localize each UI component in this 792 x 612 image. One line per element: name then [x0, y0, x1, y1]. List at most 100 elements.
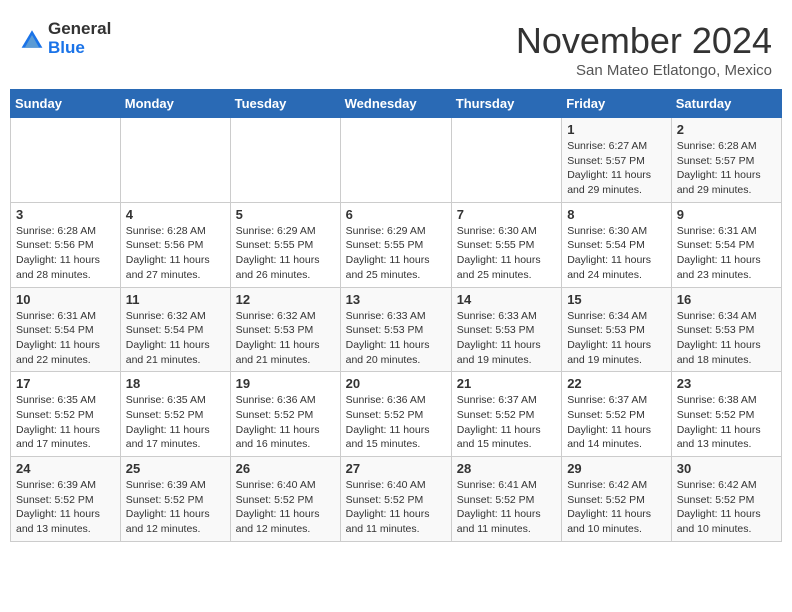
week-row: 10Sunrise: 6:31 AM Sunset: 5:54 PM Dayli…: [11, 287, 782, 372]
calendar-cell: 15 Sunrise: 6:34 AM Sunset: 5:53 PM Dayli…: [562, 287, 672, 372]
day-number: 15: [567, 292, 666, 307]
day-info: Sunrise: 6:28 AM Sunset: 5:56 PM Dayligh…: [16, 224, 115, 283]
day-info: Sunrise: 6:40 AM Sunset: 5:52 PM Dayligh…: [346, 478, 446, 537]
calendar-cell: 27 Sunrise: 6:40 AM Sunset: 5:52 PM Dayli…: [340, 457, 451, 542]
calendar-cell: 20Sunrise: 6:36 AM Sunset: 5:52 PM Dayli…: [340, 372, 451, 457]
day-number: 16: [677, 292, 776, 307]
day-header-tuesday: Tuesday: [230, 90, 340, 118]
day-info: Sunrise: 6:29 AM Sunset: 5:55 PM Dayligh…: [236, 224, 335, 283]
day-info: Sunrise: 6:42 AM Sunset: 5:52 PM Dayligh…: [677, 478, 776, 537]
calendar-cell: 12 Sunrise: 6:32 AM Sunset: 5:53 PM Dayli…: [230, 287, 340, 372]
day-number: 1: [567, 122, 666, 137]
day-number: 28: [457, 461, 556, 476]
day-number: 27: [346, 461, 446, 476]
calendar-cell: 29 Sunrise: 6:42 AM Sunset: 5:52 PM Dayli…: [562, 457, 672, 542]
calendar-cell: 11 Sunrise: 6:32 AM Sunset: 5:54 PM Dayli…: [120, 287, 230, 372]
calendar-cell: 16 Sunrise: 6:34 AM Sunset: 5:53 PM Dayli…: [671, 287, 781, 372]
logo-general: General: [48, 20, 111, 39]
day-info: Sunrise: 6:34 AM Sunset: 5:53 PM Dayligh…: [567, 309, 666, 368]
day-info: Sunrise: 6:35 AM Sunset: 5:52 PM Dayligh…: [16, 393, 115, 452]
day-number: 18: [126, 376, 225, 391]
location: San Mateo Etlatongo, Mexico: [516, 62, 772, 79]
day-info: Sunrise: 6:29 AM Sunset: 5:55 PM Dayligh…: [346, 224, 446, 283]
day-info: Sunrise: 6:37 AM Sunset: 5:52 PM Dayligh…: [457, 393, 556, 452]
day-info: Sunrise: 6:33 AM Sunset: 5:53 PM Dayligh…: [346, 309, 446, 368]
calendar-cell: 24 Sunrise: 6:39 AM Sunset: 5:52 PM Dayli…: [11, 457, 121, 542]
day-info: Sunrise: 6:41 AM Sunset: 5:52 PM Dayligh…: [457, 478, 556, 537]
day-header-wednesday: Wednesday: [340, 90, 451, 118]
calendar-cell: 7 Sunrise: 6:30 AM Sunset: 5:55 PM Daylig…: [451, 202, 561, 287]
calendar-cell: 18 Sunrise: 6:35 AM Sunset: 5:52 PM Dayli…: [120, 372, 230, 457]
day-number: 8: [567, 207, 666, 222]
day-number: 4: [126, 207, 225, 222]
calendar-cell: 26Sunrise: 6:40 AM Sunset: 5:52 PM Dayli…: [230, 457, 340, 542]
calendar-cell: 8 Sunrise: 6:30 AM Sunset: 5:54 PM Daylig…: [562, 202, 672, 287]
day-number: 5: [236, 207, 335, 222]
day-info: Sunrise: 6:39 AM Sunset: 5:52 PM Dayligh…: [16, 478, 115, 537]
calendar: SundayMondayTuesdayWednesdayThursdayFrid…: [10, 89, 782, 542]
calendar-cell: 9 Sunrise: 6:31 AM Sunset: 5:54 PM Daylig…: [671, 202, 781, 287]
day-info: Sunrise: 6:34 AM Sunset: 5:53 PM Dayligh…: [677, 309, 776, 368]
day-number: 30: [677, 461, 776, 476]
day-number: 12: [236, 292, 335, 307]
calendar-cell: 4Sunrise: 6:28 AM Sunset: 5:56 PM Daylig…: [120, 202, 230, 287]
calendar-cell: [451, 118, 561, 203]
day-number: 14: [457, 292, 556, 307]
day-header-friday: Friday: [562, 90, 672, 118]
calendar-cell: 28 Sunrise: 6:41 AM Sunset: 5:52 PM Dayli…: [451, 457, 561, 542]
calendar-cell: 3 Sunrise: 6:28 AM Sunset: 5:56 PM Daylig…: [11, 202, 121, 287]
week-row: 1Sunrise: 6:27 AM Sunset: 5:57 PM Daylig…: [11, 118, 782, 203]
calendar-cell: 22Sunrise: 6:37 AM Sunset: 5:52 PM Dayli…: [562, 372, 672, 457]
day-info: Sunrise: 6:28 AM Sunset: 5:57 PM Dayligh…: [677, 139, 776, 198]
calendar-cell: 17Sunrise: 6:35 AM Sunset: 5:52 PM Dayli…: [11, 372, 121, 457]
day-info: Sunrise: 6:36 AM Sunset: 5:52 PM Dayligh…: [236, 393, 335, 452]
page-header: General Blue November 2024 San Mateo Etl…: [10, 10, 782, 84]
day-info: Sunrise: 6:32 AM Sunset: 5:54 PM Dayligh…: [126, 309, 225, 368]
month-title: November 2024: [516, 20, 772, 62]
calendar-cell: 10Sunrise: 6:31 AM Sunset: 5:54 PM Dayli…: [11, 287, 121, 372]
calendar-cell: 30 Sunrise: 6:42 AM Sunset: 5:52 PM Dayli…: [671, 457, 781, 542]
day-info: Sunrise: 6:37 AM Sunset: 5:52 PM Dayligh…: [567, 393, 666, 452]
day-header-thursday: Thursday: [451, 90, 561, 118]
calendar-cell: 6 Sunrise: 6:29 AM Sunset: 5:55 PM Daylig…: [340, 202, 451, 287]
calendar-body: 1Sunrise: 6:27 AM Sunset: 5:57 PM Daylig…: [11, 118, 782, 542]
day-number: 13: [346, 292, 446, 307]
day-number: 26: [236, 461, 335, 476]
day-number: 7: [457, 207, 556, 222]
day-number: 11: [126, 292, 225, 307]
calendar-cell: 25Sunrise: 6:39 AM Sunset: 5:52 PM Dayli…: [120, 457, 230, 542]
day-number: 9: [677, 207, 776, 222]
day-number: 19: [236, 376, 335, 391]
day-info: Sunrise: 6:30 AM Sunset: 5:55 PM Dayligh…: [457, 224, 556, 283]
day-info: Sunrise: 6:32 AM Sunset: 5:53 PM Dayligh…: [236, 309, 335, 368]
logo-icon: [20, 27, 44, 51]
calendar-cell: 5 Sunrise: 6:29 AM Sunset: 5:55 PM Daylig…: [230, 202, 340, 287]
day-number: 2: [677, 122, 776, 137]
week-row: 24 Sunrise: 6:39 AM Sunset: 5:52 PM Dayli…: [11, 457, 782, 542]
title-block: November 2024 San Mateo Etlatongo, Mexic…: [516, 20, 772, 79]
day-header-sunday: Sunday: [11, 90, 121, 118]
day-number: 24: [16, 461, 115, 476]
day-info: Sunrise: 6:33 AM Sunset: 5:53 PM Dayligh…: [457, 309, 556, 368]
week-row: 17Sunrise: 6:35 AM Sunset: 5:52 PM Dayli…: [11, 372, 782, 457]
calendar-header: SundayMondayTuesdayWednesdayThursdayFrid…: [11, 90, 782, 118]
day-number: 29: [567, 461, 666, 476]
day-number: 6: [346, 207, 446, 222]
day-info: Sunrise: 6:31 AM Sunset: 5:54 PM Dayligh…: [677, 224, 776, 283]
calendar-cell: 21Sunrise: 6:37 AM Sunset: 5:52 PM Dayli…: [451, 372, 561, 457]
day-info: Sunrise: 6:30 AM Sunset: 5:54 PM Dayligh…: [567, 224, 666, 283]
day-header-saturday: Saturday: [671, 90, 781, 118]
calendar-cell: 23Sunrise: 6:38 AM Sunset: 5:52 PM Dayli…: [671, 372, 781, 457]
calendar-cell: [11, 118, 121, 203]
calendar-cell: 1Sunrise: 6:27 AM Sunset: 5:57 PM Daylig…: [562, 118, 672, 203]
calendar-cell: [230, 118, 340, 203]
day-info: Sunrise: 6:39 AM Sunset: 5:52 PM Dayligh…: [126, 478, 225, 537]
day-info: Sunrise: 6:35 AM Sunset: 5:52 PM Dayligh…: [126, 393, 225, 452]
logo: General Blue: [20, 20, 111, 57]
day-headers-row: SundayMondayTuesdayWednesdayThursdayFrid…: [11, 90, 782, 118]
day-info: Sunrise: 6:31 AM Sunset: 5:54 PM Dayligh…: [16, 309, 115, 368]
day-info: Sunrise: 6:42 AM Sunset: 5:52 PM Dayligh…: [567, 478, 666, 537]
day-number: 3: [16, 207, 115, 222]
calendar-cell: 14 Sunrise: 6:33 AM Sunset: 5:53 PM Dayli…: [451, 287, 561, 372]
day-info: Sunrise: 6:38 AM Sunset: 5:52 PM Dayligh…: [677, 393, 776, 452]
